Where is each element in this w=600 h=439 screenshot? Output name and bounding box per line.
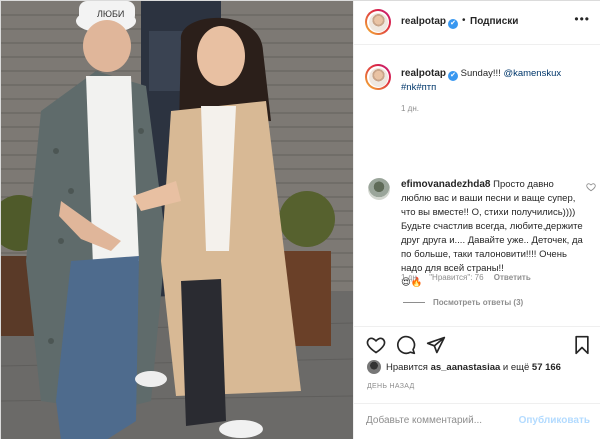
caption-time: 1 дн. — [401, 104, 419, 113]
commenter-avatar[interactable] — [368, 178, 390, 200]
author-username[interactable]: realpotap ✔ — [401, 16, 459, 29]
author-username-text[interactable]: realpotap — [401, 16, 446, 27]
verified-badge-icon: ✔ — [448, 71, 459, 81]
like-heart-icon[interactable] — [366, 335, 386, 355]
comment-like-heart-icon[interactable] — [586, 182, 596, 192]
comment-time: 1 дн. — [401, 273, 419, 282]
publish-button[interactable]: Опубликовать — [519, 415, 590, 426]
following-button[interactable]: Подписки — [470, 16, 518, 27]
hashtag-link[interactable]: #nk#птп — [401, 82, 436, 93]
view-replies-button[interactable]: Посмотреть ответы (3) — [433, 298, 523, 307]
cap-print: ЛЮБИ — [97, 9, 124, 19]
likes-mid: и ещё — [500, 362, 532, 373]
likes-count[interactable]: 57 166 — [532, 362, 561, 373]
separator-dot: • — [462, 15, 466, 26]
comments-area[interactable]: realpotap ✔ Sunday!!! @kamenskux #nk#птп … — [354, 46, 600, 326]
author-avatar[interactable] — [365, 9, 391, 35]
comment-input[interactable]: Добавьте комментарий... — [366, 415, 482, 426]
post-date: ДЕНЬ НАЗАД — [367, 383, 415, 390]
post-photo[interactable]: ЛЮБИ — [1, 1, 353, 439]
mention-link[interactable]: @kamenskux — [503, 68, 561, 79]
add-comment-bar: Добавьте комментарий... Опубликовать — [354, 403, 600, 439]
likes-summary: Нравится as_aanastasiaa и ещё 57 166 — [386, 362, 561, 373]
comment-body: Просто давно люблю вас и ваши песни и ва… — [401, 179, 583, 274]
share-direct-icon[interactable] — [426, 335, 446, 355]
caption-body: Sunday!!! — [460, 68, 504, 79]
instagram-post-window: ЛЮБИ realpotap ✔ • Подписки ••• realpota… — [0, 0, 600, 439]
reply-button[interactable]: Ответить — [494, 273, 531, 282]
comment-likes-count[interactable]: "Нравится": 76 — [429, 273, 483, 282]
post-actions: Нравится as_aanastasiaa и ещё 57 166 ДЕН… — [354, 326, 600, 439]
post-header: realpotap ✔ • Подписки ••• — [354, 1, 600, 45]
likes-prefix: Нравится — [386, 362, 431, 373]
verified-badge-icon: ✔ — [448, 19, 459, 29]
caption-username[interactable]: realpotap — [401, 68, 446, 79]
post-photo-illustration: ЛЮБИ — [1, 1, 353, 439]
liker-username[interactable]: as_aanastasiaa — [431, 362, 501, 373]
commenter-username[interactable]: efimovanadezhda8 — [401, 179, 490, 190]
save-bookmark-icon[interactable] — [572, 335, 592, 355]
caption-text: realpotap ✔ Sunday!!! @kamenskux #nk#птп — [401, 67, 591, 95]
replies-line — [403, 302, 425, 303]
comment-meta: 1 дн. "Нравится": 76 Ответить — [401, 273, 539, 282]
comment-bubble-icon[interactable] — [396, 335, 416, 355]
liker-avatar[interactable] — [367, 360, 381, 374]
more-options-icon[interactable]: ••• — [574, 12, 590, 26]
post-side-panel: realpotap ✔ • Подписки ••• realpotap ✔ Sun… — [353, 1, 600, 439]
caption-author-avatar[interactable] — [365, 64, 391, 90]
